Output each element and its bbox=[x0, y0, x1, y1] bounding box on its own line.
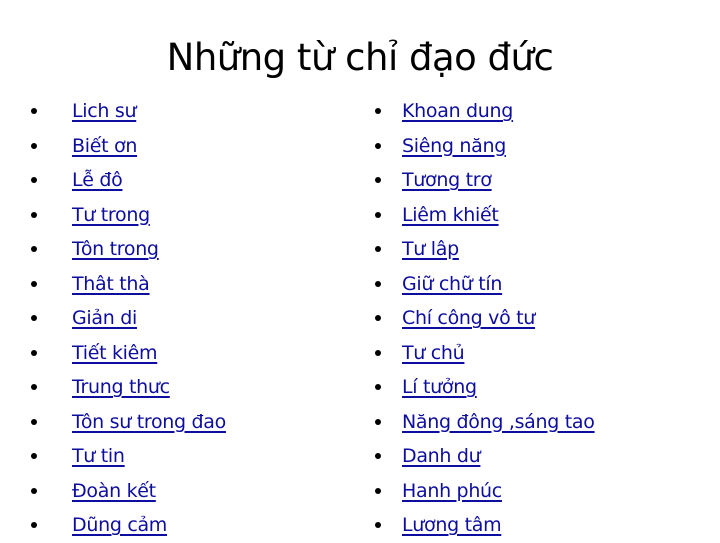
word-link[interactable]: Tương trơ bbox=[402, 165, 492, 195]
list-item: Trung thưc bbox=[29, 370, 226, 405]
bullet-icon bbox=[375, 384, 381, 391]
list-item: Dũng cảm bbox=[29, 508, 226, 543]
list-item: Khoan dung bbox=[373, 94, 595, 129]
word-link[interactable]: Dũng cảm bbox=[72, 510, 167, 540]
list-item: Siêng năng bbox=[373, 129, 595, 164]
bullet-icon bbox=[375, 142, 381, 149]
list-item: Giản di bbox=[29, 301, 226, 336]
bullet-icon bbox=[31, 487, 37, 494]
list-item: Tôn trong bbox=[29, 232, 226, 267]
word-link[interactable]: Danh dư bbox=[402, 441, 481, 471]
bullet-icon bbox=[31, 418, 37, 425]
bullet-icon bbox=[375, 246, 381, 253]
bullet-icon bbox=[375, 108, 381, 115]
bullet-icon bbox=[31, 280, 37, 287]
word-link[interactable]: Biết ơn bbox=[72, 131, 137, 161]
word-link[interactable]: Tư lâp bbox=[402, 234, 459, 264]
word-link[interactable]: Tôn trong bbox=[72, 234, 159, 264]
list-item: Tư tin bbox=[29, 439, 226, 474]
bullet-icon bbox=[31, 108, 37, 115]
list-item: Thât thà bbox=[29, 267, 226, 302]
list-item: Chí công vô tư bbox=[373, 301, 595, 336]
word-link[interactable]: Giữ chữ tín bbox=[402, 269, 502, 299]
list-item: Tiết kiêm bbox=[29, 336, 226, 371]
bullet-icon bbox=[31, 211, 37, 218]
bullet-icon bbox=[31, 384, 37, 391]
slide-title: Những từ chỉ đạo đức bbox=[166, 36, 554, 79]
left-word-list: Lich sư Biết ơn Lễ đô Tư trong Tôn trong… bbox=[29, 94, 226, 543]
list-item: Biết ơn bbox=[29, 129, 226, 164]
word-link[interactable]: Hanh phúc bbox=[402, 476, 502, 506]
list-item: Tư trong bbox=[29, 198, 226, 233]
word-link[interactable]: Siêng năng bbox=[402, 131, 506, 161]
word-link[interactable]: Tiết kiêm bbox=[72, 338, 158, 368]
list-item: Liêm khiết bbox=[373, 198, 595, 233]
bullet-icon bbox=[375, 522, 381, 529]
bullet-icon bbox=[31, 142, 37, 149]
word-link[interactable]: Lí tưởng bbox=[402, 372, 477, 402]
word-link[interactable]: Đoàn kết bbox=[72, 476, 156, 506]
bullet-icon bbox=[375, 487, 381, 494]
word-link[interactable]: Trung thưc bbox=[72, 372, 170, 402]
list-item: Đoàn kết bbox=[29, 474, 226, 509]
bullet-icon bbox=[375, 453, 381, 460]
word-link[interactable]: Khoan dung bbox=[402, 96, 513, 126]
list-item: Năng đông ,sáng tao bbox=[373, 405, 595, 440]
bullet-icon bbox=[31, 315, 37, 322]
word-link[interactable]: Liêm khiết bbox=[402, 200, 499, 230]
list-item: Hanh phúc bbox=[373, 474, 595, 509]
word-link[interactable]: Năng đông ,sáng tao bbox=[402, 407, 595, 437]
word-link[interactable]: Tôn sư trong đao bbox=[72, 407, 226, 437]
list-item: Tôn sư trong đao bbox=[29, 405, 226, 440]
word-link[interactable]: Tư chủ bbox=[402, 338, 465, 368]
list-item: Giữ chữ tín bbox=[373, 267, 595, 302]
word-link[interactable]: Thât thà bbox=[72, 269, 150, 299]
bullet-icon bbox=[31, 453, 37, 460]
bullet-icon bbox=[375, 211, 381, 218]
list-item: Tương trơ bbox=[373, 163, 595, 198]
bullet-icon bbox=[31, 522, 37, 529]
list-item: Lễ đô bbox=[29, 163, 226, 198]
bullet-icon bbox=[375, 315, 381, 322]
word-link[interactable]: Giản di bbox=[72, 303, 137, 333]
right-word-list: Khoan dung Siêng năng Tương trơ Liêm khi… bbox=[373, 94, 595, 543]
list-item: Tư lâp bbox=[373, 232, 595, 267]
word-link[interactable]: Tư tin bbox=[72, 441, 125, 471]
list-item: Tư chủ bbox=[373, 336, 595, 371]
list-item: Lich sư bbox=[29, 94, 226, 129]
bullet-icon bbox=[31, 177, 37, 184]
word-link[interactable]: Lương tâm bbox=[402, 510, 502, 540]
list-item: Lí tưởng bbox=[373, 370, 595, 405]
bullet-icon bbox=[375, 349, 381, 356]
list-item: Lương tâm bbox=[373, 508, 595, 543]
bullet-icon bbox=[375, 418, 381, 425]
bullet-icon bbox=[31, 349, 37, 356]
list-item: Danh dư bbox=[373, 439, 595, 474]
word-link[interactable]: Lich sư bbox=[72, 96, 137, 126]
word-link[interactable]: Lễ đô bbox=[72, 165, 123, 195]
word-link[interactable]: Tư trong bbox=[72, 200, 150, 230]
word-link[interactable]: Chí công vô tư bbox=[402, 303, 535, 333]
bullet-icon bbox=[375, 177, 381, 184]
bullet-icon bbox=[31, 246, 37, 253]
bullet-icon bbox=[375, 280, 381, 287]
